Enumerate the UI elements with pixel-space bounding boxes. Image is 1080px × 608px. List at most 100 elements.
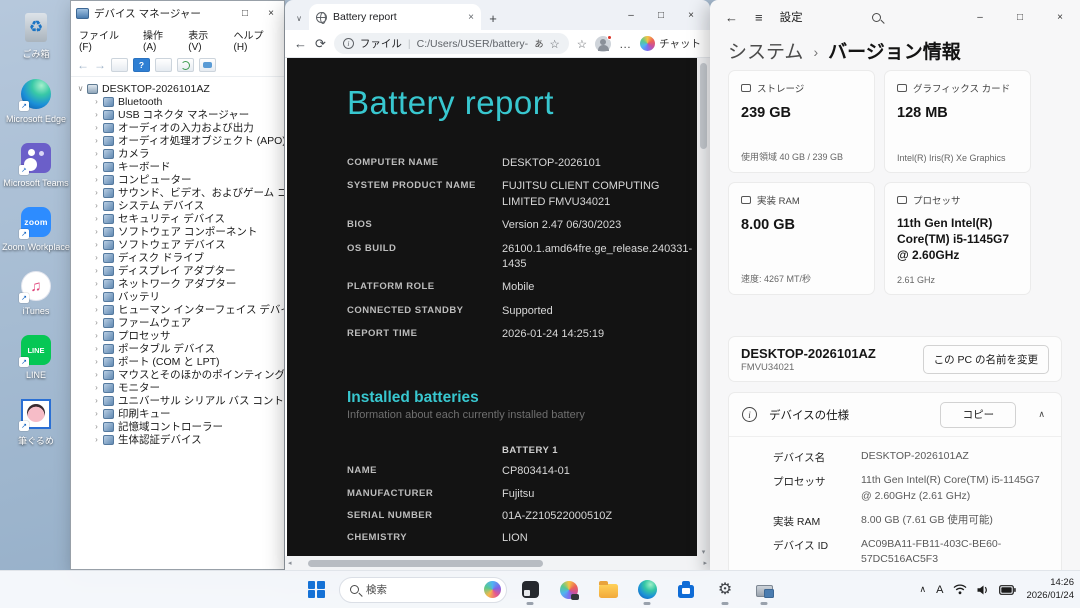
expand-icon[interactable]: › [91,175,102,184]
console-icon[interactable] [111,58,128,72]
expand-icon[interactable]: › [91,97,102,106]
back-icon[interactable]: ← [725,10,738,25]
desktop-icon[interactable]: LINE ↗ LINE [4,333,68,380]
device-tree-item[interactable]: › 生体認証デバイス [91,433,284,446]
expand-icon[interactable]: › [91,344,102,353]
rename-pc-button[interactable]: この PC の名前を変更 [923,345,1049,374]
expand-icon[interactable]: › [91,370,102,379]
maximize-button[interactable]: □ [232,1,258,25]
horizontal-scrollbar[interactable]: ◂ ▸ [285,556,710,570]
copy-button[interactable]: コピー [940,402,1016,428]
expand-icon[interactable]: › [91,435,102,444]
expand-icon[interactable]: › [91,266,102,275]
menu-item[interactable]: ファイル(F) [79,27,130,53]
expand-icon[interactable]: › [91,149,102,158]
expand-icon[interactable]: › [91,357,102,366]
desktop-icon[interactable]: ♫ ↗ iTunes [4,269,68,316]
copilot-chat-button[interactable]: チャット [640,36,701,51]
expand-icon[interactable]: › [91,253,102,262]
close-button[interactable]: × [1040,0,1080,34]
taskbar-device-manager[interactable] [748,575,780,605]
volume-icon[interactable] [977,585,989,595]
minimize-button[interactable]: – [616,0,646,30]
expand-icon[interactable]: › [91,201,102,210]
taskbar-search-box[interactable]: 検索 [339,577,507,603]
taskbar-edge[interactable] [631,575,663,605]
address-bar[interactable]: i ファイル | C:/Users/USER/battery-repor... … [334,33,569,54]
search-highlight-icon[interactable] [484,581,501,598]
expand-icon[interactable]: › [91,279,102,288]
expand-icon[interactable]: › [91,318,102,327]
device-tree-root[interactable]: ∨ DESKTOP-2026101AZ [75,82,284,95]
expand-icon[interactable]: › [91,292,102,301]
expand-icon[interactable]: › [91,188,102,197]
hamburger-menu-icon[interactable]: ≡ [755,10,763,25]
expand-icon[interactable]: › [91,396,102,405]
tab-battery-report[interactable]: Battery report × [309,4,481,30]
close-button[interactable]: × [258,1,284,25]
taskbar-copilot[interactable] [553,575,585,605]
collections-icon[interactable]: ☆ [577,37,587,51]
start-button[interactable] [300,575,332,605]
desktop-icon[interactable]: ↗ Microsoft Teams [4,141,68,188]
translate-icon[interactable]: あ [534,37,543,50]
new-tab-button[interactable]: + [481,6,505,30]
help-icon[interactable]: ? [133,58,150,72]
scroll-left-icon[interactable]: ◂ [288,559,292,567]
expand-icon[interactable]: › [91,136,102,145]
scrollbar-thumb[interactable] [308,560,543,567]
collapse-icon[interactable]: ∨ [75,84,86,93]
expand-icon[interactable]: › [91,162,102,171]
taskbar-settings[interactable]: ⚙ [709,575,741,605]
menu-item[interactable]: 操作(A) [143,27,175,53]
tray-overflow-icon[interactable]: ∧ [920,584,927,595]
taskbar-app-dark[interactable] [514,575,546,605]
expand-icon[interactable]: › [91,214,102,223]
expand-icon[interactable]: › [91,240,102,249]
vertical-scrollbar[interactable]: ▾ [697,58,710,557]
properties-icon[interactable] [155,58,172,72]
expand-icon[interactable]: › [91,227,102,236]
scrollbar-thumb[interactable] [700,63,707,149]
back-icon[interactable]: ← [77,59,89,71]
desktop-icon[interactable]: zoom ↗ Zoom Workplace [4,205,68,252]
expand-icon[interactable]: › [91,409,102,418]
expand-icon[interactable]: › [91,123,102,132]
profile-avatar[interactable] [595,36,611,52]
scroll-down-icon[interactable]: ▾ [697,548,710,556]
search-icon[interactable] [872,13,881,22]
battery-icon[interactable] [999,585,1016,595]
taskbar-file-explorer[interactable] [592,575,624,605]
favorite-star-icon[interactable]: ☆ [549,37,559,51]
expand-icon[interactable]: › [91,305,102,314]
desktop-icon[interactable]: ♻ ↗ ごみ箱 [4,10,68,60]
tab-actions-icon[interactable]: ∨ [289,6,309,30]
scroll-right-icon[interactable]: ▸ [703,559,707,567]
desktop-icon[interactable]: ↗ 筆ぐるめ [4,397,68,447]
chevron-up-icon[interactable]: ∧ [1038,409,1045,420]
breadcrumb-parent[interactable]: システム [728,37,803,64]
maximize-button[interactable]: □ [1000,0,1040,34]
feedback-icon[interactable] [199,58,216,72]
close-button[interactable]: × [676,0,706,30]
reload-icon[interactable]: ⟳ [315,37,326,50]
scan-hardware-icon[interactable] [177,58,194,72]
page-info-icon[interactable]: i [343,38,354,49]
forward-icon[interactable]: → [94,59,106,71]
expand-icon[interactable]: › [91,383,102,392]
tab-close-icon[interactable]: × [468,12,474,23]
menu-item[interactable]: ヘルプ(H) [234,27,276,53]
restore-button[interactable]: □ [646,0,676,30]
expand-icon[interactable]: › [91,331,102,340]
device-spec-header[interactable]: i デバイスの仕様 コピー ∧ [729,393,1061,436]
desktop-icon[interactable]: ↗ Microsoft Edge [4,77,68,124]
taskbar-store[interactable] [670,575,702,605]
expand-icon[interactable]: › [91,422,102,431]
minimize-button[interactable]: – [960,0,1000,34]
wifi-icon[interactable] [953,584,967,595]
ime-indicator[interactable]: A [936,584,943,596]
expand-icon[interactable]: › [91,110,102,119]
more-menu-icon[interactable]: … [619,37,632,51]
back-icon[interactable]: ← [294,37,307,50]
menu-item[interactable]: 表示(V) [188,27,220,53]
